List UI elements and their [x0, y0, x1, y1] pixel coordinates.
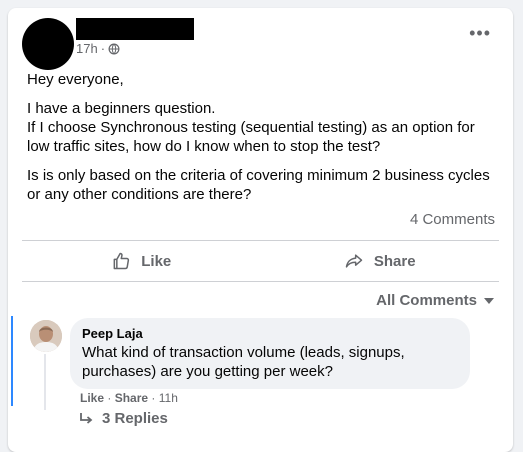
post-time[interactable]: 17h [76, 41, 98, 56]
like-label: Like [141, 252, 172, 270]
commenter-name[interactable]: Peep Laja [82, 326, 458, 342]
thumbs-up-icon [113, 252, 130, 270]
author-avatar[interactable] [22, 18, 74, 70]
post-paragraph: Is is only based on the criteria of cove… [27, 167, 490, 203]
person-photo-icon [30, 320, 62, 352]
comment-text: What kind of transaction volume (leads, … [82, 344, 405, 380]
globe-icon[interactable] [108, 43, 120, 55]
post-actions: Like Share [22, 241, 499, 281]
sort-label: All Comments [376, 292, 477, 309]
view-replies-link[interactable]: 3 Replies [78, 410, 168, 427]
divider [22, 281, 499, 282]
replies-label: 3 Replies [102, 410, 168, 427]
more-options-button[interactable]: ••• [469, 24, 491, 42]
post-body: Hey everyone, I have a beginners questio… [27, 70, 497, 214]
post-paragraph: Hey everyone, [27, 71, 124, 88]
post-meta: 17h · [76, 41, 120, 56]
comment-bubble: Peep Laja What kind of transaction volum… [70, 318, 470, 389]
post-paragraph: I have a beginners question. If I choose… [27, 100, 475, 155]
author-name-redacted[interactable] [76, 18, 194, 40]
share-label: Share [373, 252, 416, 270]
comment-share-link[interactable]: Share [115, 391, 148, 405]
reply-thread-line [44, 354, 46, 410]
comment-sort-dropdown[interactable]: All Comments [376, 292, 495, 309]
comment-actions: Like · Share · 11h [80, 391, 178, 405]
comments-count-link[interactable]: 4 Comments [410, 211, 495, 228]
comment-highlight-bar [11, 316, 13, 406]
comment-time[interactable]: 11h [159, 391, 178, 405]
meta-separator: · [100, 41, 106, 56]
like-button[interactable]: Like [22, 241, 261, 281]
comment-like-link[interactable]: Like [80, 391, 104, 405]
share-arrow-icon [345, 254, 363, 268]
commenter-avatar[interactable] [30, 320, 62, 352]
share-button[interactable]: Share [261, 241, 500, 281]
reply-arrow-icon [80, 412, 93, 424]
post-card: 17h · ••• Hey everyone, I have a beginne… [8, 8, 513, 452]
caret-down-icon [484, 297, 494, 304]
